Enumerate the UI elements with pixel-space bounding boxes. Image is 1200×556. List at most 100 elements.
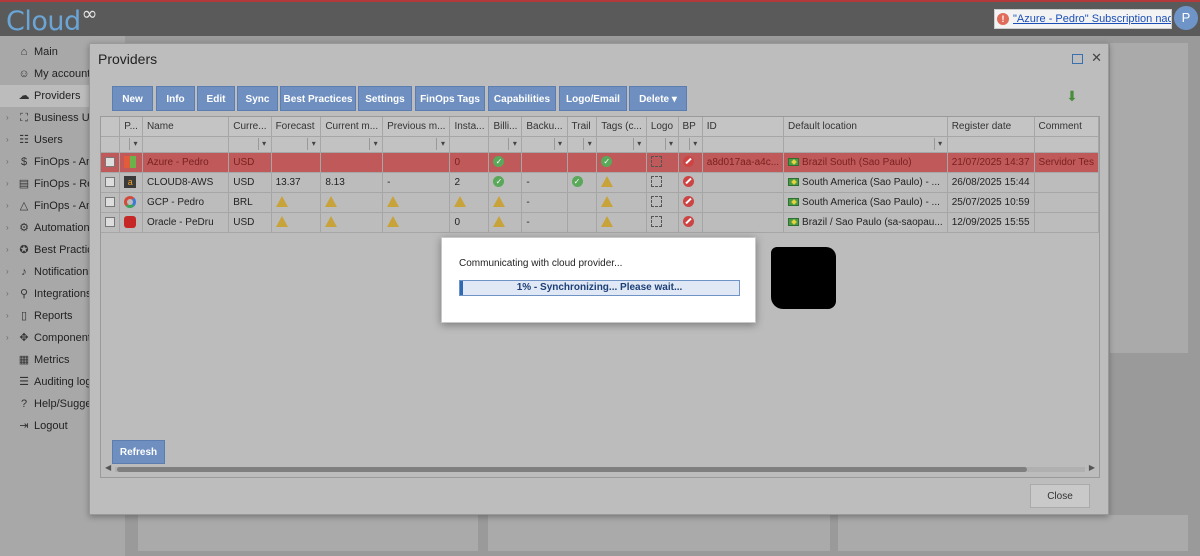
- row-checkbox[interactable]: [105, 156, 115, 167]
- settings-button[interactable]: Settings: [358, 86, 412, 111]
- filter-cell[interactable]: [449, 136, 490, 153]
- select-cell[interactable]: [101, 152, 121, 173]
- filter-cell[interactable]: ▾: [646, 136, 679, 153]
- close-icon[interactable]: ✕: [1091, 50, 1102, 66]
- column-header[interactable]: Comment: [1034, 117, 1099, 137]
- filter-cell[interactable]: ▾: [678, 136, 703, 153]
- logo-placeholder-icon[interactable]: [650, 216, 662, 228]
- scroll-thumb[interactable]: [117, 467, 1027, 472]
- filter-input[interactable]: ▾: [325, 137, 378, 151]
- filter-input[interactable]: ▾: [788, 137, 943, 151]
- filter-cell[interactable]: [947, 136, 1035, 153]
- chevron-down-icon[interactable]: ▾: [632, 138, 645, 150]
- filter-input[interactable]: ▾: [493, 137, 517, 151]
- filter-cell[interactable]: ▾: [119, 136, 143, 153]
- column-header[interactable]: ID: [702, 117, 785, 137]
- column-header[interactable]: Forecast: [271, 117, 322, 137]
- filter-input[interactable]: [952, 137, 1030, 151]
- select-cell[interactable]: [101, 212, 121, 233]
- column-header[interactable]: Trail: [567, 117, 598, 137]
- chevron-down-icon[interactable]: ▾: [933, 138, 946, 150]
- filter-input[interactable]: ▾: [276, 137, 317, 151]
- table-row[interactable]: Azure - Pedro USD 0 ✓ ✓ a8d017aa-a4c... Brazil…: [101, 152, 1099, 173]
- select-cell[interactable]: [101, 192, 121, 213]
- chevron-down-icon[interactable]: ▾: [508, 138, 520, 150]
- chevron-down-icon[interactable]: ▾: [583, 138, 595, 150]
- filter-cell[interactable]: [1034, 136, 1099, 153]
- filter-input[interactable]: [454, 137, 484, 151]
- table-row[interactable]: Oracle - PeDru USD 0 - Brazil / Sao Paulo (s…: [101, 212, 1099, 233]
- filter-input[interactable]: ▾: [526, 137, 562, 151]
- column-header[interactable]: Previous m...: [382, 117, 451, 137]
- edit-button[interactable]: Edit: [197, 86, 235, 111]
- finops-tags-button[interactable]: FinOps Tags: [415, 86, 485, 111]
- column-header[interactable]: Tags (c...: [596, 117, 647, 137]
- maximize-icon[interactable]: [1072, 53, 1084, 64]
- row-checkbox[interactable]: [105, 196, 115, 207]
- chevron-down-icon[interactable]: ▾: [257, 138, 270, 150]
- filter-input[interactable]: [147, 137, 224, 151]
- column-header[interactable]: Insta...: [449, 117, 490, 137]
- sync-button[interactable]: Sync: [237, 86, 278, 111]
- filter-input[interactable]: ▾: [124, 137, 138, 151]
- select-cell[interactable]: [101, 172, 121, 193]
- chevron-down-icon[interactable]: ▾: [369, 138, 381, 150]
- filter-cell[interactable]: ▾: [783, 136, 948, 153]
- row-checkbox[interactable]: [105, 176, 115, 187]
- download-icon[interactable]: ⬇: [1063, 88, 1081, 106]
- column-header[interactable]: Register date: [947, 117, 1035, 137]
- table-row[interactable]: a CLOUD8-AWS USD 13.37 8.13-2 ✓ - ✓ South Americ…: [101, 172, 1099, 193]
- chevron-down-icon[interactable]: ▾: [553, 138, 566, 150]
- avatar[interactable]: P: [1174, 6, 1198, 30]
- logo-placeholder-icon[interactable]: [650, 176, 662, 188]
- chevron-down-icon[interactable]: ▾: [128, 138, 141, 150]
- column-header[interactable]: Logo: [646, 117, 679, 137]
- filter-cell[interactable]: ▾: [271, 136, 322, 153]
- filter-input[interactable]: ▾: [683, 137, 698, 151]
- new-button[interactable]: New: [112, 86, 153, 111]
- table-row[interactable]: GCP - Pedro BRL - South America (Sao Paulo)…: [101, 192, 1099, 213]
- scroll-left-icon[interactable]: ◀: [105, 463, 111, 472]
- logo-email-button[interactable]: Logo/Email: [559, 86, 627, 111]
- column-header[interactable]: P...: [119, 117, 143, 137]
- close-button[interactable]: Close: [1030, 484, 1090, 508]
- row-checkbox[interactable]: [105, 216, 115, 227]
- filter-cell[interactable]: ▾: [488, 136, 523, 153]
- capabilities-button[interactable]: Capabilities: [488, 86, 556, 111]
- column-header[interactable]: Name: [142, 117, 230, 137]
- filter-cell[interactable]: [702, 136, 785, 153]
- column-header[interactable]: Current m...: [320, 117, 384, 137]
- scroll-right-icon[interactable]: ▶: [1089, 463, 1095, 472]
- filter-input[interactable]: ▾: [651, 137, 674, 151]
- column-header[interactable]: Backu...: [521, 117, 568, 137]
- filter-input[interactable]: ▾: [601, 137, 642, 151]
- subscription-notification[interactable]: ! "Azure - Pedro" Subscription nao ativo: [994, 9, 1172, 29]
- refresh-button[interactable]: Refresh: [112, 440, 165, 464]
- delete-button[interactable]: Delete ▾: [629, 86, 687, 111]
- filter-cell[interactable]: ▾: [228, 136, 272, 153]
- filter-cell[interactable]: ▾: [567, 136, 598, 153]
- horizontal-scrollbar[interactable]: ◀ ▶: [103, 463, 1097, 473]
- column-header[interactable]: Default location: [783, 117, 948, 137]
- column-header[interactable]: BP: [678, 117, 703, 137]
- filter-input[interactable]: [1039, 137, 1094, 151]
- best-practices-button[interactable]: Best Practices: [280, 86, 356, 111]
- filter-cell[interactable]: ▾: [382, 136, 451, 153]
- filter-cell[interactable]: ▾: [320, 136, 384, 153]
- column-header[interactable]: Curre...: [228, 117, 272, 137]
- column-header[interactable]: Billi...: [488, 117, 523, 137]
- app-logo[interactable]: Cloud∞: [6, 3, 97, 37]
- logo-placeholder-icon[interactable]: [650, 156, 662, 168]
- filter-cell[interactable]: [142, 136, 230, 153]
- filter-cell[interactable]: ▾: [596, 136, 647, 153]
- info-button[interactable]: Info: [156, 86, 195, 111]
- chevron-down-icon[interactable]: ▾: [664, 138, 677, 150]
- chevron-down-icon[interactable]: ▾: [688, 138, 701, 150]
- filter-input[interactable]: ▾: [572, 137, 593, 151]
- filter-cell[interactable]: ▾: [521, 136, 568, 153]
- filter-input[interactable]: ▾: [387, 137, 445, 151]
- logo-placeholder-icon[interactable]: [650, 196, 662, 208]
- filter-input[interactable]: [707, 137, 779, 151]
- chevron-down-icon[interactable]: ▾: [307, 138, 319, 150]
- chevron-down-icon[interactable]: ▾: [436, 138, 448, 150]
